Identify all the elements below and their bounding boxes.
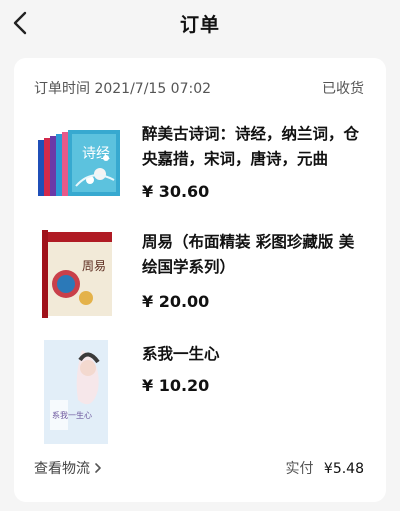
book-title[interactable]: 周易（布面精装 彩图珍藏版 美绘国学系列） [142,230,368,280]
paid-amount: ¥5.48 [323,461,364,477]
paid-amount-row: 实付 ¥5.48 [285,458,364,478]
order-status: 已收货 [322,81,364,97]
order-time: 订单时间 2021/7/15 07:02 [34,81,212,97]
order-item[interactable]: 周易 周易（布面精装 彩图珍藏版 美绘国学系列） ¥ 20.00 [14,230,386,334]
chevron-right-icon [95,463,101,473]
top-bar: 订单 [0,0,400,48]
view-logistics-link[interactable]: 查看物流 [34,458,103,478]
book-price: ¥ 20.00 [142,292,210,311]
paid-label: 实付 [285,461,314,477]
book-title[interactable]: 醉美古诗词：诗经，纳兰词，仓央嘉措，宋词，唐诗，元曲 [142,122,368,172]
order-item[interactable]: 系我一生心 系我一生心 ¥ 10.20 [14,340,386,450]
svg-text:系我一生心: 系我一生心 [52,410,92,420]
logistics-label: 查看物流 [34,461,90,477]
order-card[interactable]: 订单时间 2021/7/15 07:02 已收货 诗经 醉美古诗词：诗经，纳兰词… [14,58,386,502]
book-title[interactable]: 系我一生心 [142,342,368,367]
book-cover-image: 诗经 [36,128,124,200]
book-price: ¥ 30.60 [142,182,210,201]
svg-text:诗经: 诗经 [82,146,110,162]
book-price: ¥ 10.20 [142,376,210,395]
page-title: 订单 [179,14,220,36]
book-cover-image: 周易 [36,230,114,318]
svg-text:周易: 周易 [82,259,106,273]
order-item[interactable]: 诗经 醉美古诗词：诗经，纳兰词，仓央嘉措，宋词，唐诗，元曲 ¥ 30.60 [14,122,386,226]
book-cover-image: 系我一生心 [44,340,108,444]
